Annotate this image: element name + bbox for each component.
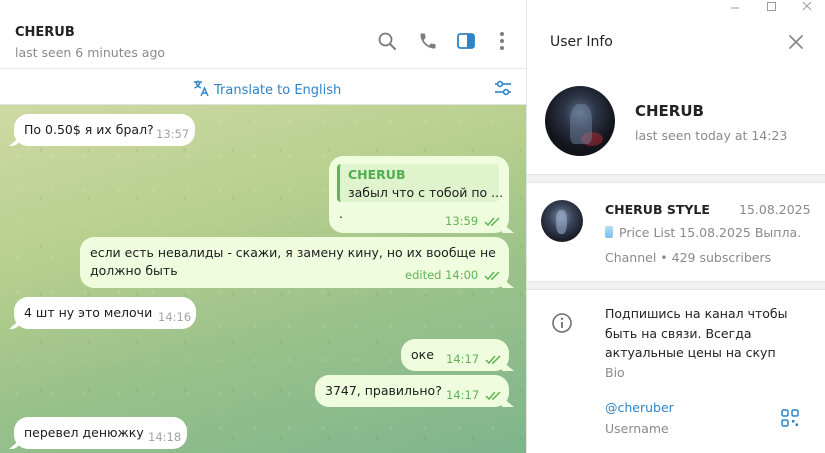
message-time: 14:17 [446,388,480,402]
message-text: перевел денюжку [24,425,144,440]
panel-title: User Info [550,34,613,50]
maximize-icon[interactable] [753,0,789,14]
message-incoming[interactable]: По 0.50$ я их брал? 13:57 [14,114,195,146]
channel-avatar [541,200,583,242]
username-link[interactable]: @cheruber [605,400,674,415]
chat-status: last seen 6 minutes ago [15,45,166,60]
translate-icon [192,79,210,101]
message-outgoing[interactable]: если есть невалиды - скажи, я замену кин… [80,237,509,288]
section-divider [527,281,825,290]
message-time: 14:18 [148,430,182,444]
qr-code-icon[interactable] [781,409,799,427]
message-incoming[interactable]: 4 шт ну это мелочи 14:16 [14,297,196,329]
user-info-panel: User Info CHERUB last seen today at 14:2… [527,0,825,453]
sidebar-toggle-icon[interactable] [455,30,477,52]
username-label: Username [605,421,669,436]
avatar[interactable] [545,86,615,156]
message-text: 4 шт ну это мелочи [24,305,153,320]
message-text: 3747, правильно? [325,383,442,398]
message-time: 13:57 [156,127,190,141]
message-text-line: должно быть [90,263,178,278]
close-icon[interactable] [787,33,805,51]
message-time: 14:16 [158,310,192,324]
message-time: 13:59 [445,214,479,228]
phone-icon[interactable] [417,30,439,52]
message-time: 14:17 [446,352,480,366]
profile-status: last seen today at 14:23 [635,128,788,143]
message-incoming[interactable]: перевел денюжку 14:18 [14,417,187,449]
chat-title[interactable]: CHERUB [15,25,75,40]
info-icon [551,312,573,334]
channel-preview-text: Price List 15.08.2025 Выпла... [619,225,801,240]
more-vertical-icon[interactable] [491,30,513,52]
message-list[interactable]: По 0.50$ я их брал? 13:57 CHERUB забыл ч… [0,105,526,453]
bio-label: Bio [605,365,625,380]
message-text: . [339,206,343,221]
channel-name: CHERUB STYLE [605,202,710,217]
minimize-icon[interactable] [717,0,753,14]
read-check-icon [485,355,501,365]
translate-label: Translate to English [214,82,342,98]
section-divider [527,174,825,183]
read-check-icon [485,391,501,401]
profile-name: CHERUB [635,102,704,120]
chat-pane: CHERUB last seen 6 minutes ago Translate… [0,0,526,453]
channel-date: 15.08.2025 [739,202,811,217]
message-text: оке [411,347,434,362]
read-check-icon [484,271,500,281]
personal-channel[interactable]: CHERUB STYLE 15.08.2025 Price List 15.08… [527,187,825,279]
reply-text: забыл что с тобой по ... [348,185,504,200]
translate-button[interactable]: Translate to English [192,79,341,101]
window-controls [717,0,825,14]
message-text-line: если есть невалиды - скажи, я замену кин… [90,245,496,260]
reply-preview[interactable]: CHERUB забыл что с тобой по ... [337,164,503,202]
channel-subscribers: Channel • 429 subscribers [605,250,772,265]
channel-preview: Price List 15.08.2025 Выпла... [605,225,801,240]
message-time: edited 14:00 [405,268,479,282]
reply-author: CHERUB [348,167,406,182]
translate-bar: Translate to English [0,70,526,105]
message-outgoing[interactable]: CHERUB забыл что с тобой по ... . 13:59 [329,156,509,233]
window-close-icon[interactable] [789,0,825,14]
read-check-icon [484,217,500,227]
bio-text: Подпишись на канал чтобы быть на связи. … [605,306,788,360]
chat-header: CHERUB last seen 6 minutes ago [0,0,526,69]
search-icon[interactable] [376,30,398,52]
message-outgoing[interactable]: оке 14:17 [401,339,509,371]
message-text: По 0.50$ я их брал? [24,122,154,137]
translate-settings-icon[interactable] [493,78,513,98]
message-outgoing[interactable]: 3747, правильно? 14:17 [315,375,509,407]
document-icon [605,226,613,238]
